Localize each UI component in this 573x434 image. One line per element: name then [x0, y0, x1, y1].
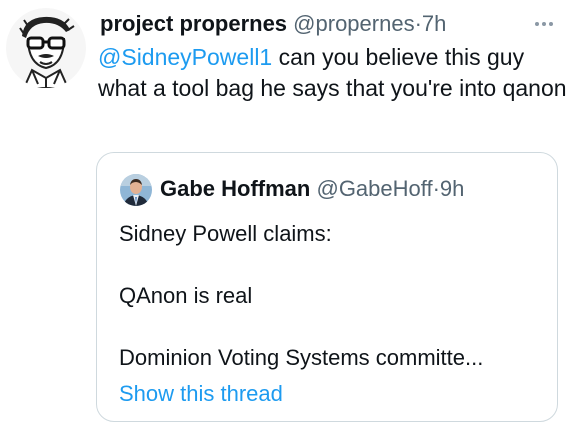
tweet-time[interactable]: 7h	[422, 11, 446, 36]
separator-dot: ·	[414, 11, 422, 36]
quoted-author-handle[interactable]: @GabeHoff	[316, 176, 432, 201]
author-display-name[interactable]: project propernes	[100, 11, 287, 36]
tweet-text: @SidneyPowell1 can you believe this guy …	[98, 42, 568, 104]
man-in-suit-avatar-icon	[120, 174, 152, 206]
quoted-author-display-name[interactable]: Gabe Hoffman	[160, 176, 310, 201]
separator-dot: ·	[432, 176, 440, 201]
quoted-text-line: Sidney Powell claims:	[119, 221, 332, 246]
quoted-text-line: Dominion Voting Systems committe...	[119, 345, 484, 370]
author-avatar[interactable]	[6, 8, 86, 88]
quoted-tweet[interactable]: Gabe Hoffman @GabeHoff·9h Sidney Powell …	[96, 152, 558, 422]
sketched-face-avatar-icon	[6, 8, 86, 88]
tweet[interactable]: project propernes @propernes·7h @SidneyP…	[0, 0, 573, 434]
more-horizontal-icon[interactable]	[535, 9, 553, 39]
mention-link[interactable]: @SidneyPowell1	[98, 44, 272, 70]
quoted-text-line: QAnon is real	[119, 283, 253, 308]
author-handle[interactable]: @propernes	[293, 11, 414, 36]
tweet-header: project propernes @propernes·7h	[100, 9, 573, 39]
quoted-tweet-time[interactable]: 9h	[440, 176, 464, 201]
quoted-author-avatar[interactable]	[120, 174, 152, 206]
quoted-tweet-header: Gabe Hoffman @GabeHoff·9h	[160, 173, 464, 205]
show-thread-link[interactable]: Show this thread	[119, 379, 283, 409]
